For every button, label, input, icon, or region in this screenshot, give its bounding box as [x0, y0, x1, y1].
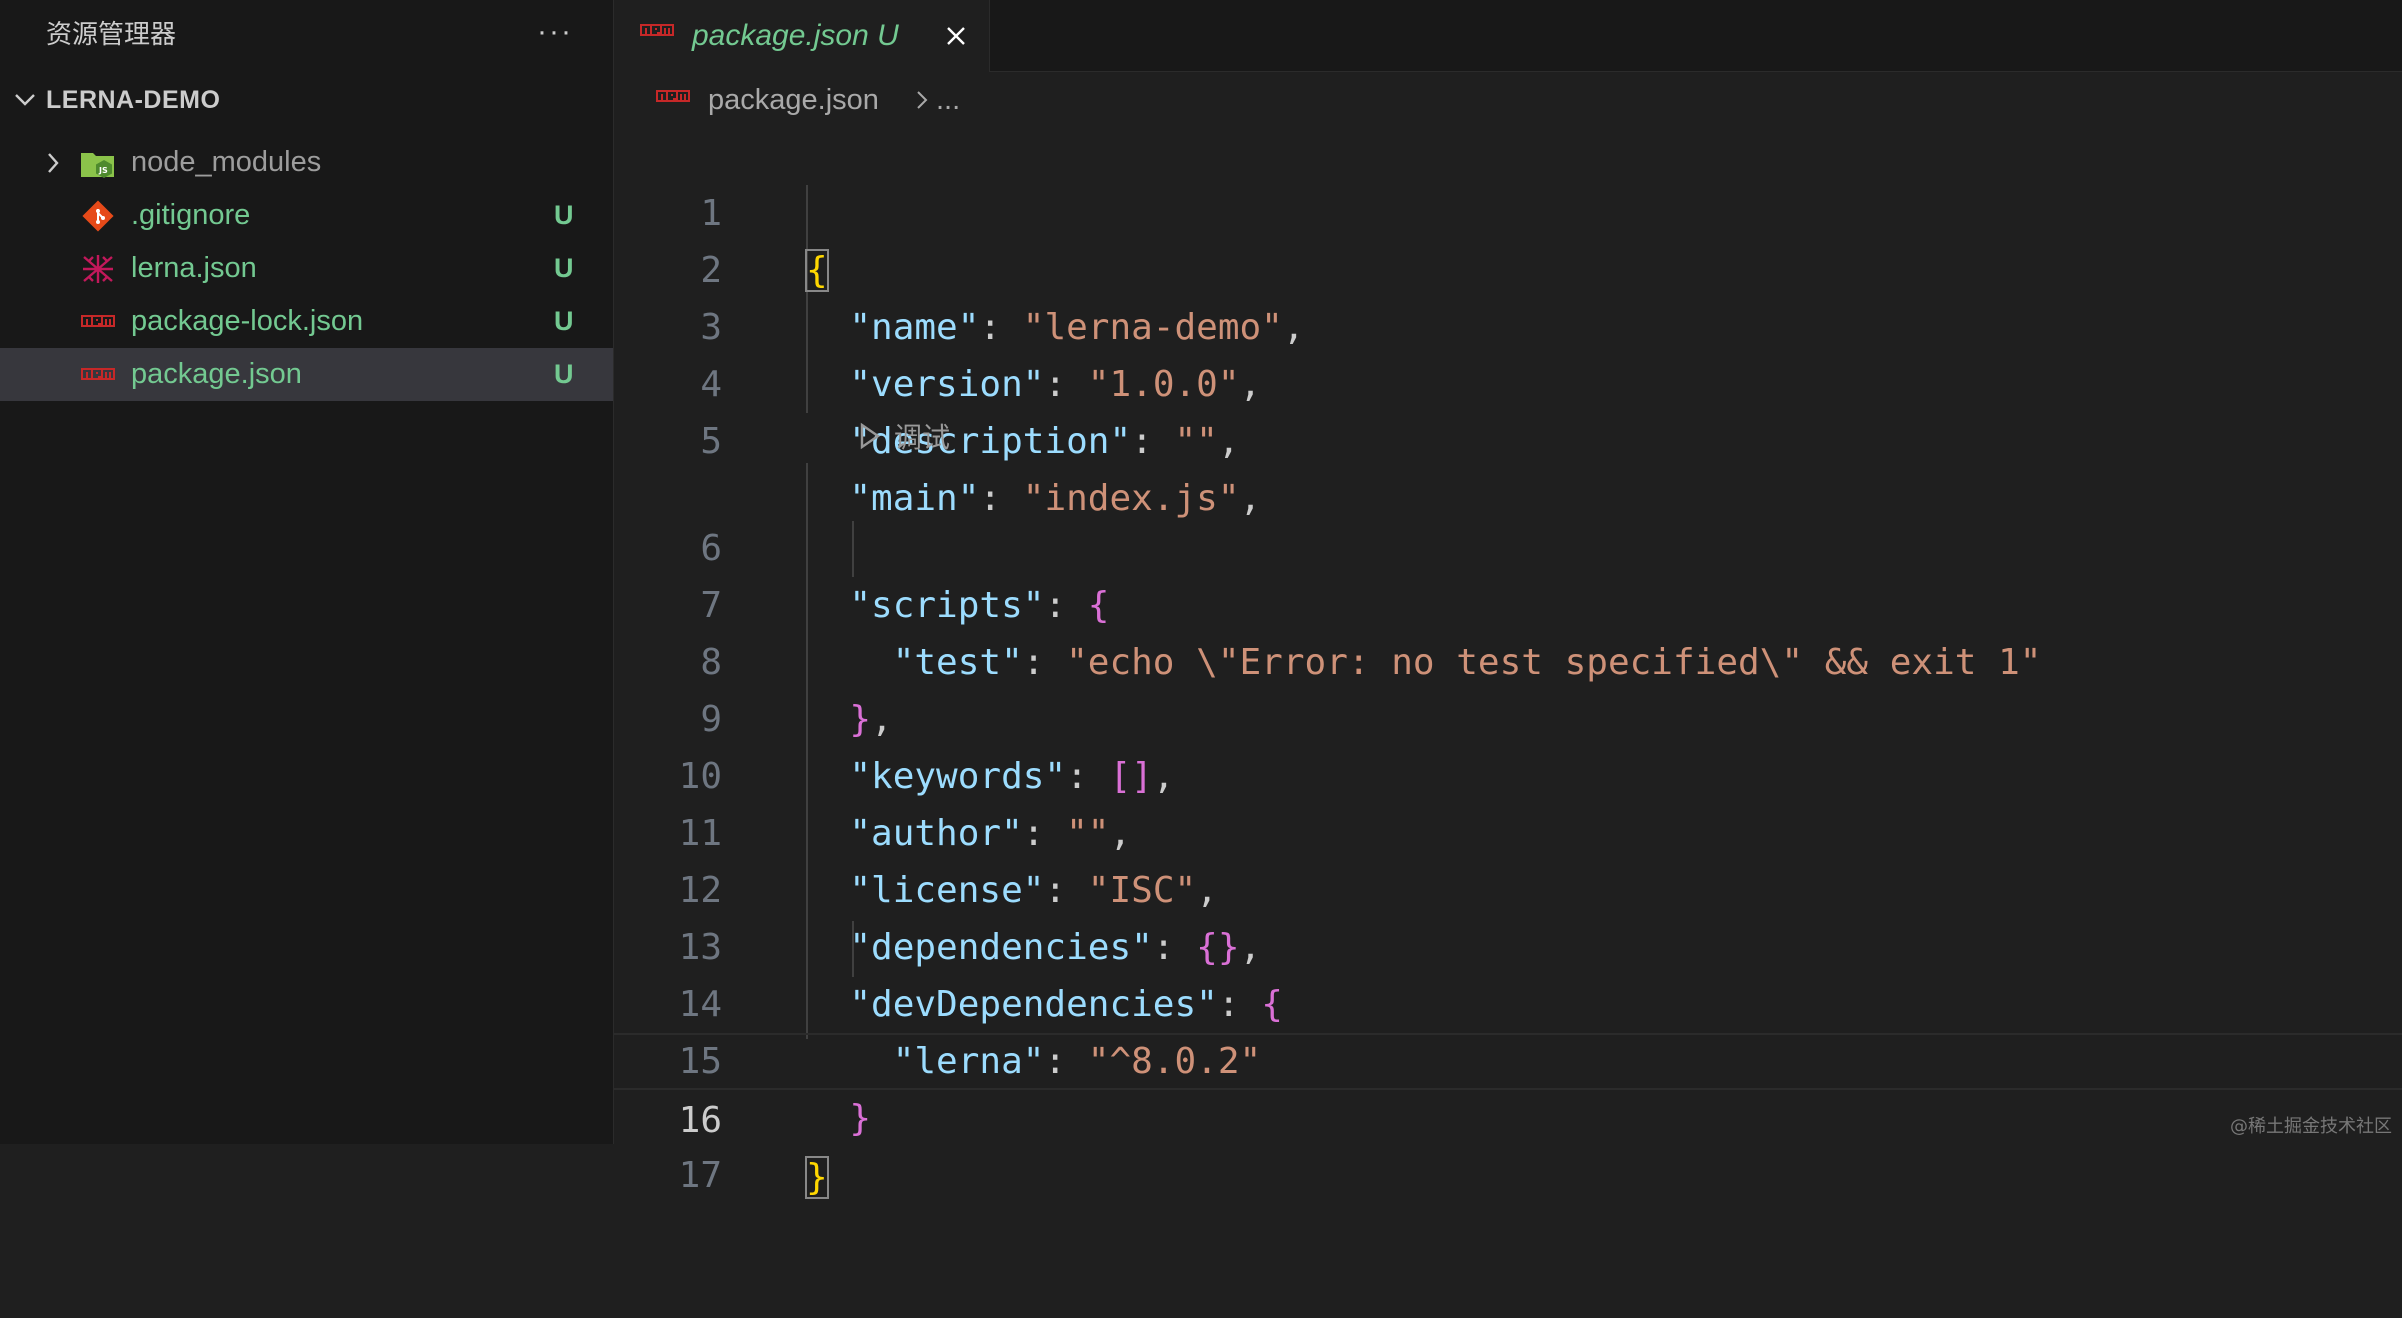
untracked-badge: U [554, 306, 574, 336]
line-number: 17 [678, 1155, 722, 1196]
tree-item-gitignore[interactable]: .gitignore U [0, 189, 613, 242]
explorer-sidebar: 资源管理器 ··· LERNA-DEMO JS node_modules .gi… [0, 0, 614, 1144]
svg-text:JS: JS [98, 166, 108, 175]
code-line-current: 16 } [614, 1033, 2402, 1199]
explorer-title: 资源管理器 [46, 18, 177, 49]
tab-bar: package.json U [614, 0, 2402, 72]
play-icon [860, 422, 881, 450]
code-editor[interactable]: 1 { 2 "name": "lerna-demo", 3 "version":… [614, 128, 2402, 1199]
tree-item-node-modules[interactable]: JS node_modules [0, 136, 613, 189]
code-line: 1 { [614, 128, 2402, 292]
bracket-match: } [805, 1156, 829, 1199]
debug-codelens[interactable]: 调试 [858, 416, 950, 456]
code-line: 15 } [614, 976, 2402, 1139]
tree-item-lerna-json[interactable]: lerna.json U [0, 242, 613, 295]
code-line: 11 "license": "ISC", [614, 748, 2402, 911]
chevron-right-icon [910, 86, 934, 114]
workspace-section-header[interactable]: LERNA-DEMO [0, 64, 613, 136]
npm-icon [80, 306, 116, 338]
tab-label: package.json U [692, 19, 899, 52]
breadcrumb-file[interactable]: package.json [708, 84, 879, 117]
code-line: 4 "description": "", [614, 299, 2402, 462]
json-value: "" [1174, 421, 1218, 462]
watermark: @稀土掘金技术社区 [2230, 1116, 2392, 1137]
untracked-badge: U [554, 253, 574, 283]
node-modules-folder-icon: JS [80, 147, 116, 179]
code-line: 10 "author": "", [614, 691, 2402, 854]
npm-icon [80, 359, 116, 391]
line-number: 5 [700, 421, 722, 462]
code-line: 7 "test": "echo \"Error: no test specifi… [614, 520, 2402, 683]
tab-status-badge: U [877, 19, 899, 52]
code-line: 3 "version": "1.0.0", [614, 242, 2402, 405]
editor-area: package.json U package.json ... 1 { 2 "n… [614, 0, 2402, 1199]
tree-item-label: package-lock.json [131, 305, 364, 337]
chevron-down-icon[interactable] [10, 85, 40, 115]
tree-item-package-json[interactable]: package.json U [0, 348, 613, 401]
code-line: 13 "devDependencies": { [614, 862, 2402, 1025]
code-line: 8 }, [614, 577, 2402, 740]
breadcrumb-symbols[interactable]: ... [936, 84, 960, 117]
code-line: 5 "main": "index.js", [614, 356, 2402, 519]
code-line: 2 "name": "lerna-demo", [614, 185, 2402, 348]
code-line: 6 "scripts": { [614, 463, 2402, 626]
npm-icon [656, 90, 690, 109]
code-line: 14 "lerna": "^8.0.2" [614, 919, 2402, 1082]
chevron-right-icon[interactable] [38, 148, 68, 178]
code-line: 9 "keywords": [], [614, 634, 2402, 797]
close-icon[interactable] [936, 16, 976, 56]
breadcrumb: package.json ... [614, 72, 2402, 128]
lerna-icon [80, 253, 116, 285]
explorer-header: 资源管理器 ··· [0, 0, 613, 64]
tab-package-json[interactable]: package.json U [614, 0, 990, 72]
more-actions-icon[interactable]: ··· [537, 17, 573, 47]
code-line: 17 [614, 1090, 2402, 1196]
npm-icon [640, 24, 674, 43]
workspace-name: LERNA-DEMO [46, 85, 221, 114]
untracked-badge: U [554, 200, 574, 230]
tree-item-label: node_modules [131, 146, 322, 178]
code-line: 12 "dependencies": {}, [614, 805, 2402, 968]
codelens-label: 调试 [894, 422, 951, 453]
untracked-badge: U [554, 359, 574, 389]
tree-item-label: .gitignore [131, 199, 251, 231]
git-icon [80, 199, 116, 232]
tree-item-label: lerna.json [131, 252, 257, 284]
tree-item-label: package.json [131, 358, 302, 390]
tree-item-package-lock-json[interactable]: package-lock.json U [0, 295, 613, 348]
